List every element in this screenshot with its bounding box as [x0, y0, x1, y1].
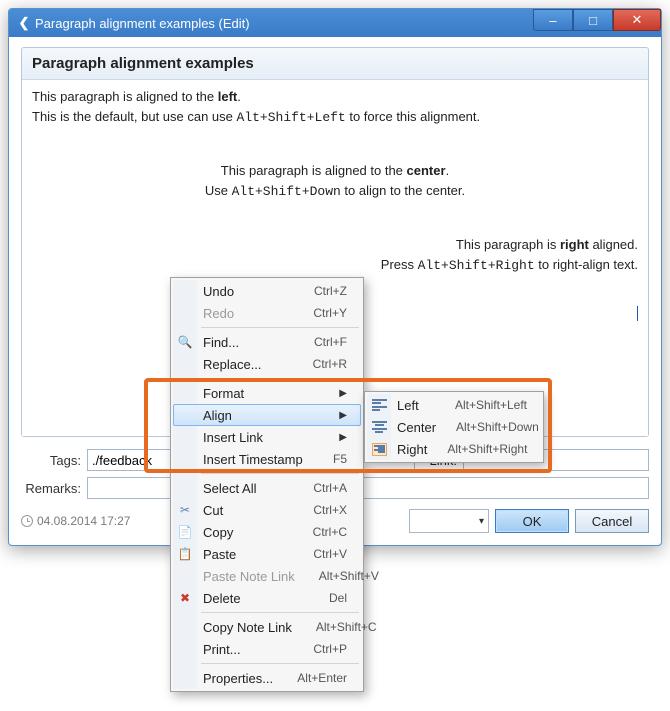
text-caret — [637, 306, 638, 321]
menu-align-right[interactable]: RightAlt+Shift+Right — [367, 438, 541, 460]
menu-insert-link[interactable]: Insert Link▶ — [173, 426, 361, 448]
menu-insert-timestamp[interactable]: Insert TimestampF5 — [173, 448, 361, 470]
tags-label: Tags: — [21, 453, 81, 468]
back-chevron-icon[interactable]: ❮ — [15, 15, 33, 31]
menu-find[interactable]: 🔍 Find...Ctrl+F — [173, 331, 361, 353]
titlebar[interactable]: ❮ Paragraph alignment examples (Edit) – … — [9, 9, 661, 37]
close-button[interactable]: ✕ — [613, 9, 661, 31]
context-menu[interactable]: UndoCtrl+Z RedoCtrl+Y 🔍 Find...Ctrl+F Re… — [170, 277, 364, 692]
clock-icon — [21, 515, 33, 527]
menu-cut[interactable]: ✂ CutCtrl+X — [173, 499, 361, 521]
menu-copy[interactable]: 📄 CopyCtrl+C — [173, 521, 361, 543]
cancel-button[interactable]: Cancel — [575, 509, 649, 533]
menu-align-left[interactable]: LeftAlt+Shift+Left — [367, 394, 541, 416]
menu-align[interactable]: Align▶ — [173, 404, 361, 426]
ok-button[interactable]: OK — [495, 509, 569, 533]
chevron-right-icon: ▶ — [339, 410, 347, 421]
minimize-button[interactable]: – — [533, 9, 573, 31]
menu-copy-note-link[interactable]: Copy Note LinkAlt+Shift+C — [173, 616, 361, 638]
menu-format[interactable]: Format▶ — [173, 382, 361, 404]
panel-title: Paragraph alignment examples — [22, 48, 648, 80]
chevron-down-icon: ▾ — [479, 516, 484, 527]
menu-redo[interactable]: RedoCtrl+Y — [173, 302, 361, 324]
footer-dropdown[interactable]: ▾ — [409, 509, 489, 533]
menu-paste-note-link[interactable]: Paste Note LinkAlt+Shift+V — [173, 565, 361, 587]
scissors-icon: ✂ — [177, 502, 193, 518]
window-title: Paragraph alignment examples (Edit) — [33, 16, 533, 31]
chevron-right-icon: ▶ — [339, 432, 347, 443]
menu-paste[interactable]: 📋 PasteCtrl+V — [173, 543, 361, 565]
menu-properties[interactable]: Properties...Alt+Enter — [173, 667, 361, 689]
menu-align-center[interactable]: CenterAlt+Shift+Down — [367, 416, 541, 438]
align-submenu[interactable]: LeftAlt+Shift+Left CenterAlt+Shift+Down … — [364, 391, 544, 463]
align-left-icon — [371, 397, 387, 413]
paste-icon: 📋 — [177, 546, 193, 562]
menu-print[interactable]: Print...Ctrl+P — [173, 638, 361, 660]
timestamp: 04.08.2014 17:27 — [21, 514, 130, 528]
search-icon: 🔍 — [177, 334, 193, 350]
maximize-button[interactable]: □ — [573, 9, 613, 31]
menu-replace[interactable]: Replace...Ctrl+R — [173, 353, 361, 375]
align-right-icon — [371, 441, 387, 457]
copy-icon: 📄 — [177, 524, 193, 540]
remarks-label: Remarks: — [21, 481, 81, 496]
menu-select-all[interactable]: Select AllCtrl+A — [173, 477, 361, 499]
menu-delete[interactable]: ✖ DeleteDel — [173, 587, 361, 609]
delete-icon: ✖ — [177, 590, 193, 606]
chevron-right-icon: ▶ — [339, 388, 347, 399]
align-center-icon — [371, 419, 387, 435]
menu-undo[interactable]: UndoCtrl+Z — [173, 280, 361, 302]
